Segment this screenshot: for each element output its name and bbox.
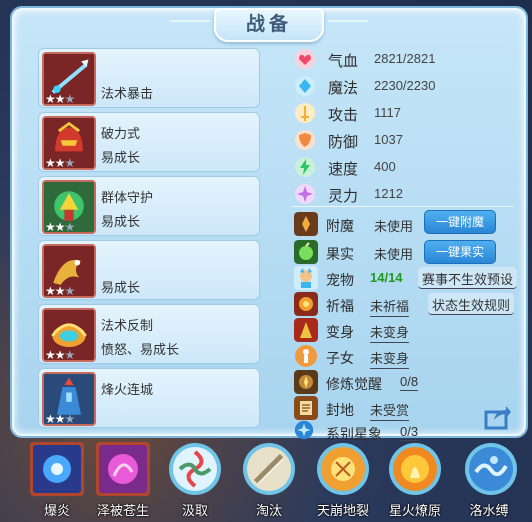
skill-trait: 愤怒、易成长: [101, 342, 180, 357]
one-click-fruit-button[interactable]: 一键果实: [424, 240, 496, 264]
blessing-icon: [294, 292, 318, 316]
bottom-skill-slot[interactable]: [92, 438, 154, 500]
panel-title: 战备: [214, 8, 324, 42]
spirit-icon: [295, 184, 315, 204]
bottom-skill-label: 洛水缚: [469, 503, 509, 518]
child-icon: [295, 345, 317, 367]
absorb-icon: [169, 443, 221, 495]
skill-card[interactable]: ★★★ 法术暴击: [38, 48, 260, 108]
scroll-icon: [294, 396, 318, 420]
row-label: 封地: [326, 402, 354, 418]
cultivation-icon: [294, 370, 318, 394]
row-label: 附魔: [326, 218, 354, 234]
bottom-skill-label: 天崩地裂: [316, 503, 369, 518]
shield-icon: [295, 130, 315, 150]
pet-icon: [294, 266, 318, 290]
row-label: 宠物: [326, 272, 354, 288]
stat-label: 魔法: [328, 80, 359, 97]
fruit-icon: [294, 240, 318, 264]
row-value[interactable]: 未变身: [370, 322, 410, 343]
title-decoration-right: [328, 20, 368, 22]
stat-value: 400: [374, 159, 396, 174]
bottom-skill-slot[interactable]: [26, 438, 88, 500]
stat-label: 速度: [328, 161, 359, 178]
bottom-skill-slot[interactable]: [384, 438, 446, 500]
skill-card[interactable]: ★★★ 法术反制 愤怒、易成长: [38, 304, 260, 364]
preset-link[interactable]: 赛事不生效预设: [418, 267, 518, 289]
stat-value: 1212: [374, 186, 403, 201]
skill-stars: ★★★: [45, 92, 75, 106]
divider: [292, 206, 514, 207]
skill-name: 烽火连城: [101, 382, 154, 397]
skill-name: 法术反制: [101, 318, 154, 333]
skill-name: 破力式: [101, 126, 141, 141]
stat-label: 灵力: [328, 188, 359, 205]
row-value[interactable]: 0/8: [400, 374, 419, 391]
stat-value: 2821/2821: [374, 51, 436, 66]
row-label: 果实: [326, 246, 354, 262]
skill-card[interactable]: ★★★ 烽火连城: [38, 368, 260, 428]
water-bind-icon: [465, 443, 517, 495]
row-value: 未使用: [374, 219, 414, 234]
stat-value: 2230/2230: [374, 78, 436, 93]
stat-value: 1037: [374, 132, 403, 147]
skill-stars: ★★★: [45, 284, 75, 298]
eliminate-icon: [243, 443, 295, 495]
bottom-skill-slot[interactable]: [312, 438, 374, 500]
bottom-skill-slot[interactable]: [460, 438, 522, 500]
stat-label: 防御: [328, 134, 359, 151]
bottom-skill-label: 星火燎原: [388, 503, 441, 518]
skill-trait: 易成长: [101, 280, 141, 295]
bottom-skill-label: 汲取: [181, 503, 208, 518]
stat-label: 攻击: [328, 107, 359, 124]
diamond-icon: [295, 76, 315, 96]
title-decoration-left: [170, 20, 210, 22]
stat-label: 气血: [328, 53, 359, 70]
blast-icon: [30, 442, 84, 496]
skill-card[interactable]: ★★★ 易成长: [38, 240, 260, 300]
skill-name: 群体守护: [101, 190, 154, 205]
lightning-icon: [295, 157, 315, 177]
one-click-enchant-button[interactable]: 一键附魔: [424, 210, 496, 234]
bottom-skill-slot[interactable]: [238, 438, 300, 500]
row-label: 祈福: [326, 298, 354, 314]
share-icon[interactable]: [484, 404, 512, 430]
heart-icon: [295, 49, 315, 69]
starfire-icon: [389, 443, 441, 495]
pet-count: 14/14: [370, 270, 403, 285]
status-rules-link[interactable]: 状态生效规则: [428, 293, 515, 315]
row-value: 未使用: [374, 247, 414, 262]
enchant-icon: [294, 212, 318, 236]
stat-value: 1117: [374, 105, 401, 120]
skill-card[interactable]: ★★★ 破力式 易成长: [38, 112, 260, 172]
blessing-orb-icon: [96, 442, 150, 496]
skill-trait: 易成长: [101, 214, 141, 229]
skill-card[interactable]: ★★★ 群体守护 易成长: [38, 176, 260, 236]
row-value[interactable]: 未受赏: [370, 400, 410, 421]
skill-name: 法术暴击: [101, 86, 154, 101]
bottom-skill-slot[interactable]: [164, 438, 226, 500]
row-label: 子女: [326, 350, 354, 366]
sword-icon: [295, 103, 315, 123]
skill-stars: ★★★: [45, 220, 75, 234]
skill-stars: ★★★: [45, 412, 75, 426]
skill-trait: 易成长: [101, 150, 141, 165]
row-value[interactable]: 未变身: [370, 348, 410, 369]
skill-stars: ★★★: [45, 156, 75, 170]
bottom-skill-label: 泽被苍生: [96, 503, 149, 518]
row-label: 修炼觉醒: [326, 376, 382, 392]
skill-stars: ★★★: [45, 348, 75, 362]
row-label: 变身: [326, 324, 354, 340]
transform-icon: [294, 318, 318, 342]
row-value[interactable]: 未祈福: [370, 296, 410, 317]
bottom-skill-label: 淘汰: [255, 503, 282, 518]
quake-icon: [317, 443, 369, 495]
